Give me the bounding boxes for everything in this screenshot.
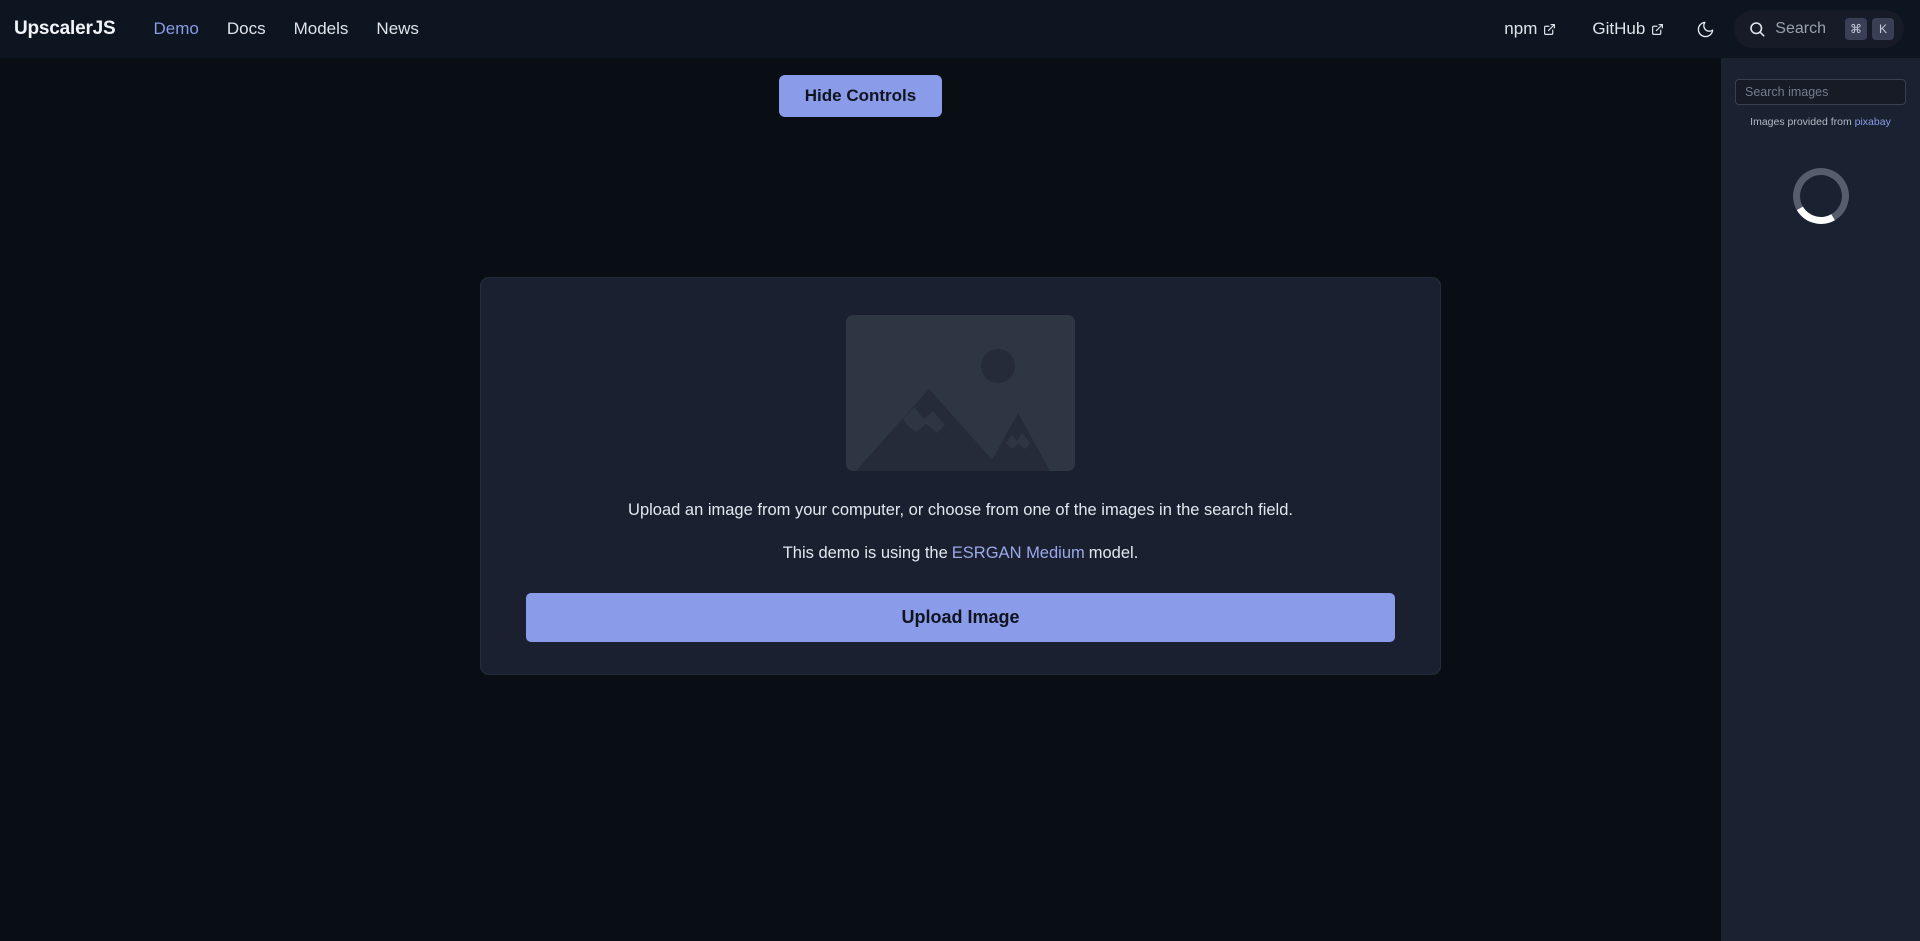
upload-instruction-text: Upload an image from your computer, or c…: [628, 501, 1293, 519]
hide-controls-button[interactable]: Hide Controls: [778, 75, 943, 117]
upload-card: Upload an image from your computer, or c…: [480, 277, 1441, 675]
pixabay-attribution: Images provided from pixabay: [1735, 116, 1906, 128]
model-info-text: This demo is using the ESRGAN Medium model…: [783, 544, 1139, 563]
image-search-sidebar: Images provided from pixabay: [1721, 58, 1920, 941]
nav-link-github-label: GitHub: [1592, 19, 1646, 38]
attribution-prefix: Images provided from: [1750, 116, 1852, 128]
nav-link-npm-label: npm: [1504, 19, 1538, 38]
hide-controls-container: Hide Controls: [0, 58, 1721, 117]
model-info-prefix: This demo is using the: [782, 544, 948, 562]
loading-spinner-icon: [1786, 161, 1855, 231]
model-info-suffix: model.: [1088, 544, 1139, 562]
moon-icon[interactable]: [1686, 10, 1724, 48]
nav-link-news[interactable]: News: [362, 19, 433, 39]
navbar-left-group: UpscalerJS Demo Docs Models News: [0, 18, 433, 40]
external-link-icon: [1543, 23, 1556, 36]
loading-spinner-container: [1735, 161, 1906, 231]
main-content-area: Hide Controls Upload an image from your …: [0, 58, 1721, 941]
external-link-icon: [1651, 23, 1664, 36]
nav-link-github[interactable]: GitHub: [1574, 19, 1682, 39]
top-navbar: UpscalerJS Demo Docs Models News npm Git…: [0, 0, 1920, 58]
search-button[interactable]: Search ⌘ K: [1734, 10, 1904, 48]
primary-nav-links: Demo Docs Models News: [140, 19, 433, 39]
shortcut-key-command: ⌘: [1845, 18, 1867, 40]
search-label: Search: [1775, 20, 1826, 37]
navbar-right-group: npm GitHub Search ⌘ K: [1486, 0, 1904, 58]
search-images-input[interactable]: [1735, 79, 1906, 105]
nav-link-models[interactable]: Models: [280, 19, 363, 39]
shortcut-key-k: K: [1872, 18, 1894, 40]
model-link-esrgan-medium[interactable]: ESRGAN Medium: [948, 544, 1089, 562]
upload-image-button[interactable]: Upload Image: [526, 593, 1395, 642]
nav-link-demo[interactable]: Demo: [140, 19, 213, 39]
nav-link-npm[interactable]: npm: [1486, 19, 1574, 39]
image-placeholder-icon: [846, 315, 1075, 471]
pixabay-link[interactable]: pixabay: [1855, 116, 1891, 128]
nav-link-docs[interactable]: Docs: [213, 19, 280, 39]
brand-logo-upscalerjs[interactable]: UpscalerJS: [14, 18, 116, 40]
search-shortcut-keys: ⌘ K: [1845, 18, 1894, 40]
search-icon: [1748, 20, 1766, 38]
